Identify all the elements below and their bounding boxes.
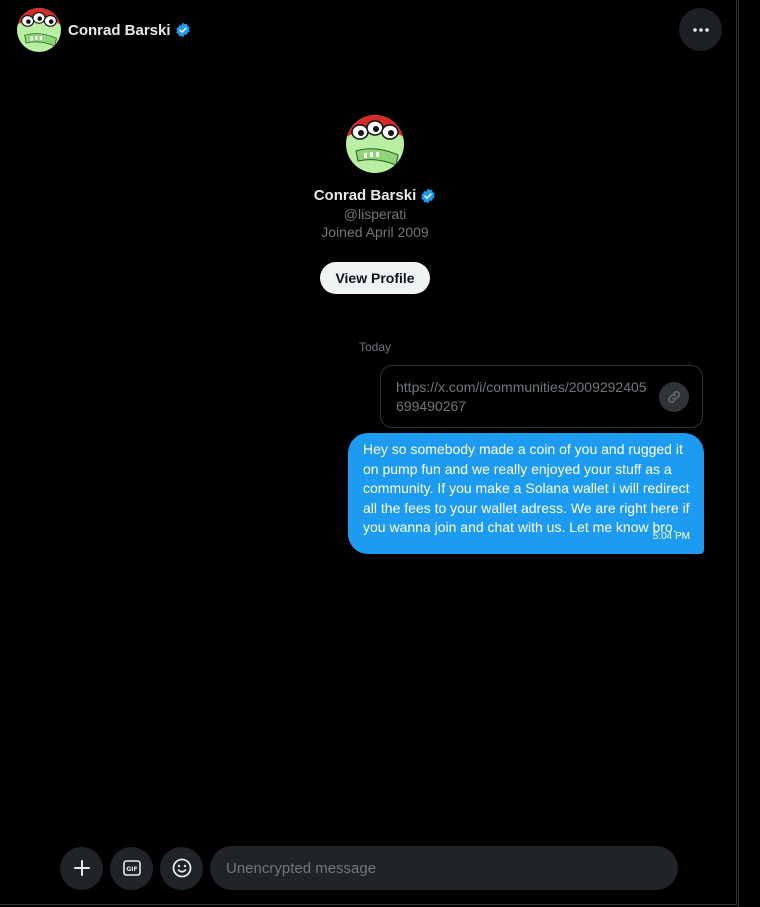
view-profile-button[interactable]: View Profile [320, 262, 430, 294]
conversation-header[interactable]: Conrad Barski [17, 8, 191, 52]
header-name: Conrad Barski [68, 21, 171, 39]
avatar-image-icon [346, 115, 404, 173]
emoji-button[interactable] [160, 846, 203, 890]
message-text: Hey so somebody made a coin of you and r… [363, 441, 690, 535]
verified-badge-icon [420, 188, 436, 204]
more-options-button[interactable] [679, 8, 722, 51]
profile-handle: @lisperati [343, 206, 407, 222]
avatar[interactable] [17, 8, 61, 52]
emoji-icon [172, 858, 191, 878]
profile-name: Conrad Barski [313, 187, 417, 204]
profile-avatar[interactable] [346, 115, 404, 173]
profile-joined-date: Joined April 2009 [321, 224, 429, 240]
avatar-image-icon [17, 8, 61, 52]
add-attachment-button[interactable] [60, 846, 103, 890]
gif-icon: GIF [122, 860, 141, 876]
day-separator: Today [359, 340, 392, 354]
message-bubble[interactable]: Hey so somebody made a coin of you and r… [348, 433, 704, 554]
plus-icon [73, 860, 90, 876]
gif-button[interactable]: GIF [110, 846, 153, 890]
message-composer: GIF [60, 846, 678, 890]
svg-text:GIF: GIF [126, 866, 137, 873]
profile-summary: Conrad Barski @lisperati Joined April 20… [0, 115, 750, 294]
shared-link-url[interactable]: https://x.com/i/communities/200929240569… [396, 379, 647, 414]
message-input[interactable] [210, 846, 678, 890]
profile-name-row: Conrad Barski [0, 187, 750, 204]
message-timestamp: 5:04 PM [652, 530, 690, 542]
shared-link-card[interactable]: https://x.com/i/communities/200929240569… [380, 365, 703, 428]
link-icon[interactable] [659, 382, 689, 412]
verified-badge-icon [175, 22, 191, 38]
more-horizontal-icon [692, 27, 709, 32]
